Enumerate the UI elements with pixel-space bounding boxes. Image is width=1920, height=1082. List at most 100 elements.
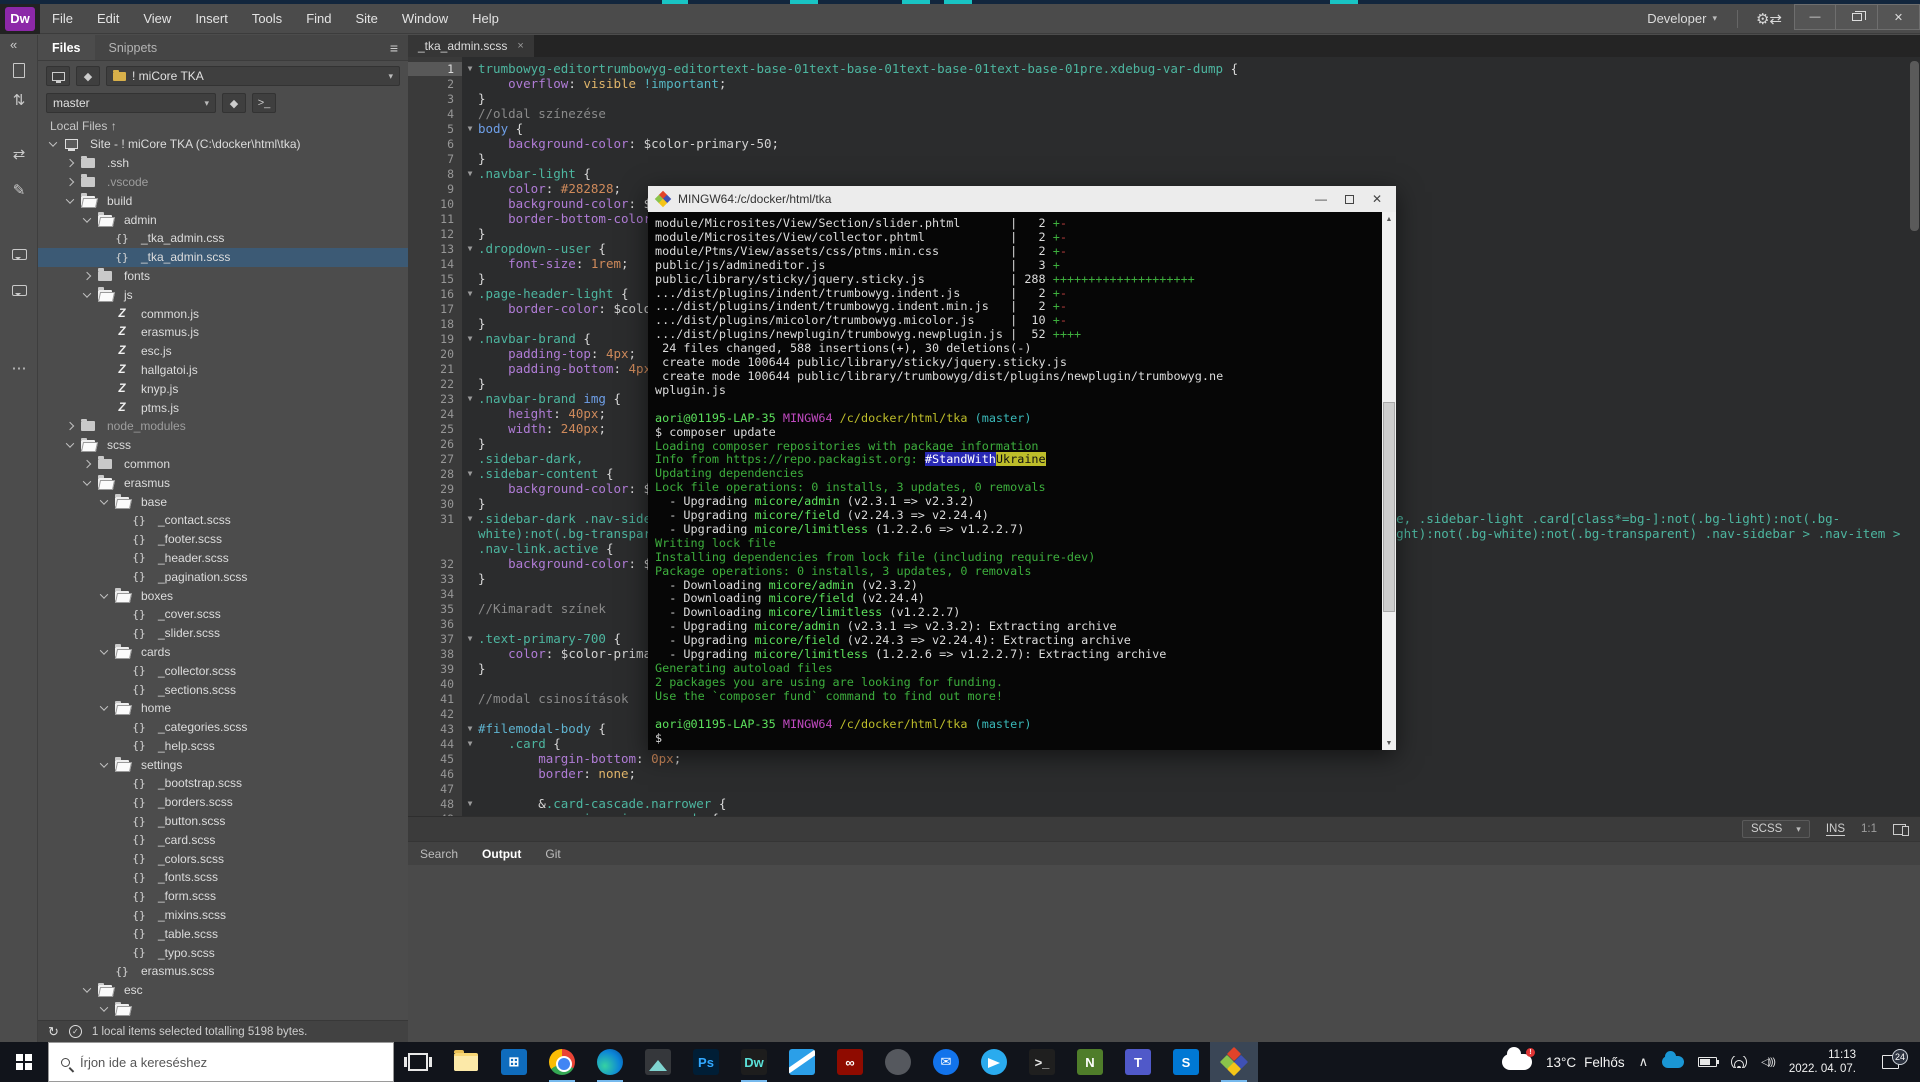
taskbar-search-input[interactable]: Írjon ide a kereséshez (48, 1042, 394, 1082)
tree-item-scss[interactable]: scss (38, 436, 408, 455)
tree-item-_contact.scss[interactable]: {}_contact.scss (38, 511, 408, 530)
tree-item-settings[interactable]: settings (38, 755, 408, 774)
chevron-down-icon[interactable] (80, 480, 94, 486)
tree-item-esc.js[interactable]: Zesc.js (38, 342, 408, 361)
wifi-icon[interactable] (1731, 1056, 1747, 1068)
tree-item-_form.scss[interactable]: {}_form.scss (38, 887, 408, 906)
tree-item-base[interactable]: base (38, 492, 408, 511)
editor-scrollbar[interactable] (1910, 61, 1919, 231)
terminal-minimize-button[interactable]: — (1315, 192, 1327, 206)
menu-find[interactable]: Find (294, 11, 343, 26)
git-view-button[interactable]: ◆ (76, 66, 100, 86)
sync-status-icon[interactable]: ✓ (69, 1025, 82, 1038)
taskbar-vscode[interactable] (778, 1042, 826, 1082)
refresh-icon[interactable]: ↻ (48, 1024, 59, 1040)
tree-item-common[interactable]: common (38, 455, 408, 474)
fold-arrow-icon[interactable]: ▼ (462, 394, 478, 403)
tree-item-ptms.js[interactable]: Zptms.js (38, 398, 408, 417)
fold-arrow-icon[interactable]: ▼ (462, 169, 478, 178)
taskbar-photos[interactable] (634, 1042, 682, 1082)
chevron-down-icon[interactable] (97, 762, 111, 768)
tree-item-_button.scss[interactable]: {}_button.scss (38, 812, 408, 831)
minimize-button[interactable]: — (1794, 4, 1836, 30)
tree-item-erasmus[interactable]: erasmus (38, 473, 408, 492)
fold-arrow-icon[interactable]: ▼ (462, 799, 478, 808)
git-button[interactable]: ◆ (222, 93, 246, 113)
tree-item-_header.scss[interactable]: {}_header.scss (38, 549, 408, 568)
tree-item-node_modules[interactable]: node_modules (38, 417, 408, 436)
tree-item-.vscode[interactable]: .vscode (38, 173, 408, 192)
tree-item-hallgatoi.js[interactable]: Zhallgatoi.js (38, 361, 408, 380)
menu-insert[interactable]: Insert (183, 11, 240, 26)
tree-item-build[interactable]: build (38, 191, 408, 210)
chevron-down-icon[interactable] (80, 987, 94, 993)
tree-item-_categories.scss[interactable]: {}_categories.scss (38, 718, 408, 737)
tree-item-erasmus.js[interactable]: Zerasmus.js (38, 323, 408, 342)
branch-selector[interactable]: master ▾ (46, 93, 216, 113)
fold-arrow-icon[interactable]: ▼ (462, 514, 478, 523)
tree-item-_fonts.scss[interactable]: {}_fonts.scss (38, 868, 408, 887)
device-preview-icon[interactable] (1893, 824, 1906, 835)
sync-arrows-icon[interactable]: ⇄ (0, 145, 38, 163)
taskbar-clock[interactable]: 11:13 2022. 04. 07. (1789, 1048, 1856, 1076)
tree-item-_tka_admin.scss[interactable]: {}_tka_admin.scss (38, 248, 408, 267)
chevron-right-icon[interactable] (80, 461, 94, 467)
insert-mode-indicator[interactable]: INS (1826, 823, 1845, 836)
menu-help[interactable]: Help (460, 11, 511, 26)
fold-arrow-icon[interactable]: ▼ (462, 724, 478, 733)
tree-item-_tka_admin.css[interactable]: {}_tka_admin.css (38, 229, 408, 248)
menu-view[interactable]: View (131, 11, 183, 26)
chevron-down-icon[interactable] (46, 141, 60, 147)
chevron-right-icon[interactable] (63, 160, 77, 166)
tree-item-_mixins.scss[interactable]: {}_mixins.scss (38, 906, 408, 925)
tree-item-_sections.scss[interactable]: {}_sections.scss (38, 680, 408, 699)
chevron-down-icon[interactable] (97, 705, 111, 711)
chevron-down-icon[interactable] (80, 292, 94, 298)
tray-chevron-icon[interactable]: ∧ (1639, 1054, 1649, 1070)
tree-item-knyp.js[interactable]: Zknyp.js (38, 379, 408, 398)
tree-item-_collector.scss[interactable]: {}_collector.scss (38, 661, 408, 680)
bottom-tab-search[interactable]: Search (408, 847, 470, 861)
chevron-down-icon[interactable] (63, 198, 77, 204)
tree-item-_borders.scss[interactable]: {}_borders.scss (38, 793, 408, 812)
terminal-button[interactable]: >_ (252, 93, 276, 113)
tab-tka-admin-scss[interactable]: _tka_admin.scss × (408, 35, 534, 57)
weather-cloud-icon[interactable]: ! (1502, 1054, 1532, 1070)
chevron-right-icon[interactable] (63, 179, 77, 185)
chevron-down-icon[interactable] (97, 593, 111, 599)
tree-item-common.js[interactable]: Zcommon.js (38, 304, 408, 323)
tree-item-esc[interactable]: esc (38, 981, 408, 1000)
tree-item-js[interactable]: js (38, 285, 408, 304)
fold-arrow-icon[interactable]: ▼ (462, 289, 478, 298)
taskbar-dreamweaver[interactable]: Dw (730, 1042, 778, 1082)
taskbar-photoshop[interactable]: Ps (682, 1042, 730, 1082)
tree-item-boxes[interactable]: boxes (38, 586, 408, 605)
tree-item-_cover.scss[interactable]: {}_cover.scss (38, 605, 408, 624)
tree-item-cards[interactable]: cards (38, 643, 408, 662)
panel-menu-icon[interactable]: ≡ (380, 40, 408, 56)
taskbar-chrome[interactable] (538, 1042, 586, 1082)
sort-up-icon[interactable]: ↑ (111, 119, 117, 133)
scroll-down-icon[interactable]: ▼ (1382, 736, 1396, 750)
comment-off-bubble-icon[interactable] (0, 283, 38, 300)
taskbar-terminal[interactable]: >_ (1018, 1042, 1066, 1082)
fold-arrow-icon[interactable]: ▼ (462, 124, 478, 133)
volume-icon[interactable]: ◁))) (1761, 1057, 1775, 1068)
terminal-output[interactable]: module/Microsites/View/Section/slider.ph… (648, 212, 1382, 750)
fold-arrow-icon[interactable]: ▼ (462, 634, 478, 643)
chevron-down-icon[interactable] (80, 217, 94, 223)
tree-item-partial[interactable] (38, 1000, 408, 1019)
taskbar-mail[interactable]: ✉ (922, 1042, 970, 1082)
tree-item-_table.scss[interactable]: {}_table.scss (38, 924, 408, 943)
menu-edit[interactable]: Edit (85, 11, 131, 26)
tree-item-_help.scss[interactable]: {}_help.scss (38, 737, 408, 756)
taskbar-edge[interactable] (586, 1042, 634, 1082)
scrollbar-thumb[interactable] (1383, 402, 1395, 612)
action-center-icon[interactable]: 24 (1870, 1055, 1910, 1069)
close-button[interactable]: ✕ (1878, 4, 1920, 30)
tab-files[interactable]: Files (38, 35, 95, 60)
sort-arrows-icon[interactable]: ⇅ (0, 91, 38, 109)
tree-item-erasmus.scss[interactable]: {}erasmus.scss (38, 962, 408, 981)
taskbar-task-view[interactable] (394, 1042, 442, 1082)
terminal-close-button[interactable]: ✕ (1372, 192, 1382, 206)
